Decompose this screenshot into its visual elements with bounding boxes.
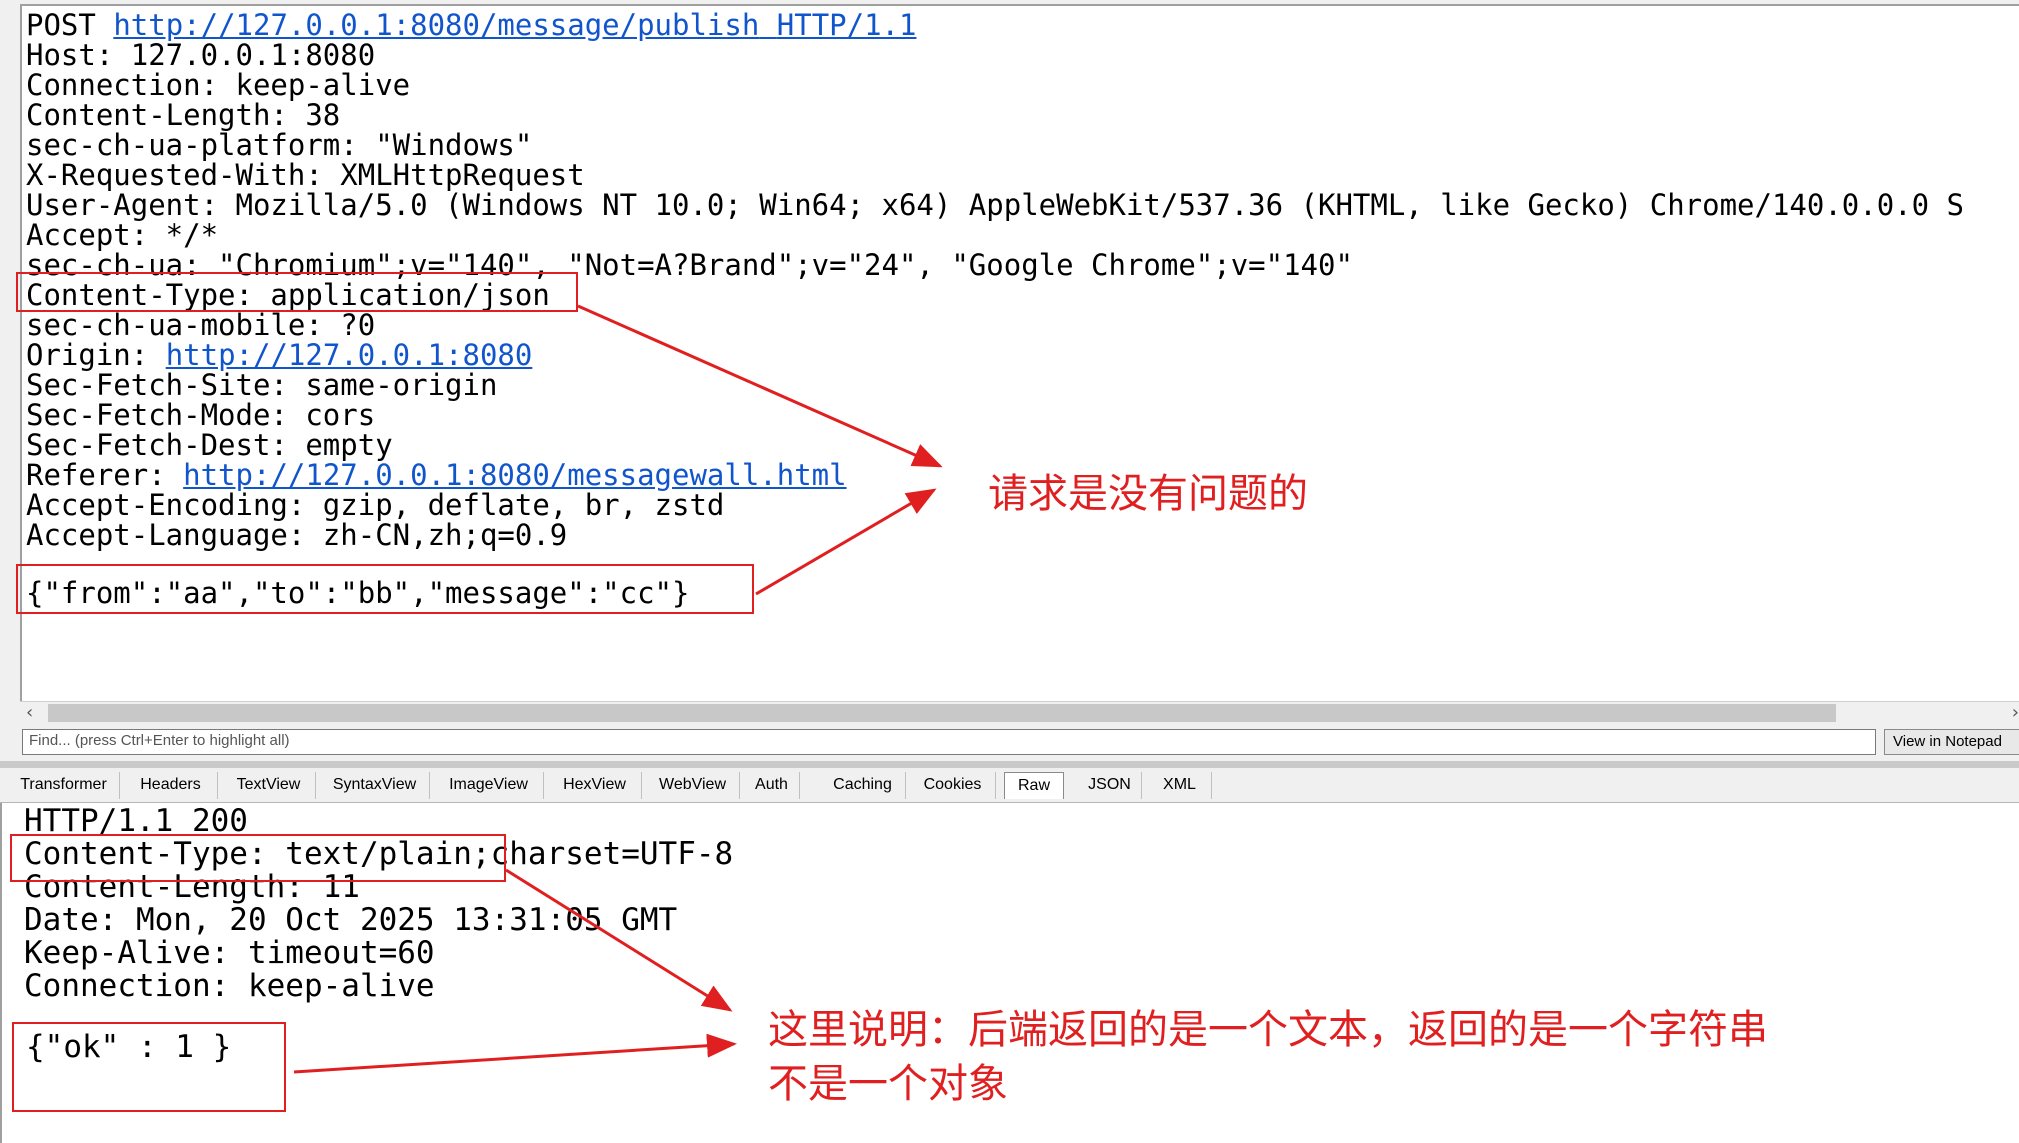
header-line: Sec-Fetch-Mode: cors [26,398,376,432]
header-line: sec-ch-ua-mobile: ?0 [26,308,376,342]
request-annotation: 请求是没有问题的 [988,471,1308,517]
pane-splitter[interactable] [0,761,2019,768]
tab-textview[interactable]: TextView [222,772,316,799]
highlight-response-content-type [10,834,506,882]
header-line: Accept-Encoding: gzip, deflate, br, zstd [26,488,725,522]
response-tabs: Transformer Headers TextView SyntaxView … [0,768,2019,803]
tab-transformer[interactable]: Transformer [8,772,120,799]
tab-cookies[interactable]: Cookies [910,772,996,799]
header-line: Accept-Language: zh-CN,zh;q=0.9 [26,518,568,552]
highlight-request-body [16,564,754,614]
header-line: Host: 127.0.0.1:8080 [26,38,376,72]
header-line: Content-Length: 38 [26,98,341,132]
highlight-request-content-type [16,272,578,312]
tab-auth[interactable]: Auth [744,772,800,799]
header-line: X-Requested-With: XMLHttpRequest [26,158,585,192]
referer-link[interactable]: http://127.0.0.1:8080/messagewall.html [183,458,846,492]
tab-xml[interactable]: XML [1148,772,1212,799]
horizontal-scrollbar[interactable]: ‹ › [20,701,2019,724]
header-line: Sec-Fetch-Dest: empty [26,428,393,462]
highlight-response-body [12,1022,286,1112]
response-annotation-line2: 不是一个对象 [768,1061,1008,1107]
find-bar: Find... (press Ctrl+Enter to highlight a… [0,727,2019,761]
request-method: POST [26,8,96,42]
scroll-right-icon[interactable]: › [2012,702,2019,723]
request-pane: POST http://127.0.0.1:8080/message/publi… [0,0,2019,727]
response-annotation-line1: 这里说明：后端返回的是一个文本，返回的是一个字符串 [768,1007,1768,1053]
request-line: POST http://127.0.0.1:8080/message/publi… [26,8,916,42]
header-line: Date: Mon, 20 Oct 2025 13:31:05 GMT [24,902,678,938]
header-line: Origin: http://127.0.0.1:8080 [26,338,533,372]
header-line: Connection: keep-alive [24,968,435,1004]
header-line: sec-ch-ua-platform: "Windows" [26,128,533,162]
tab-syntaxview[interactable]: SyntaxView [320,772,430,799]
header-line: Sec-Fetch-Site: same-origin [26,368,498,402]
header-line: User-Agent: Mozilla/5.0 (Windows NT 10.0… [26,188,1965,222]
request-url-link[interactable]: http://127.0.0.1:8080/message/publish HT… [113,8,916,42]
tab-raw[interactable]: Raw [1004,772,1064,799]
tab-json[interactable]: JSON [1078,772,1142,799]
tab-hexview[interactable]: HexView [548,772,642,799]
scrollbar-thumb[interactable] [48,704,1836,722]
view-in-notepad-button[interactable]: View in Notepad [1884,729,2019,755]
header-line: Connection: keep-alive [26,68,411,102]
header-line: Referer: http://127.0.0.1:8080/messagewa… [26,458,847,492]
find-input[interactable]: Find... (press Ctrl+Enter to highlight a… [22,729,1876,755]
header-line: Accept: */* [26,218,219,252]
scroll-left-icon[interactable]: ‹ [26,702,33,723]
tab-headers[interactable]: Headers [124,772,218,799]
tab-caching[interactable]: Caching [820,772,906,799]
tab-webview[interactable]: WebView [646,772,740,799]
origin-link[interactable]: http://127.0.0.1:8080 [166,338,533,372]
header-line: Keep-Alive: timeout=60 [24,935,435,971]
tab-imageview[interactable]: ImageView [434,772,544,799]
